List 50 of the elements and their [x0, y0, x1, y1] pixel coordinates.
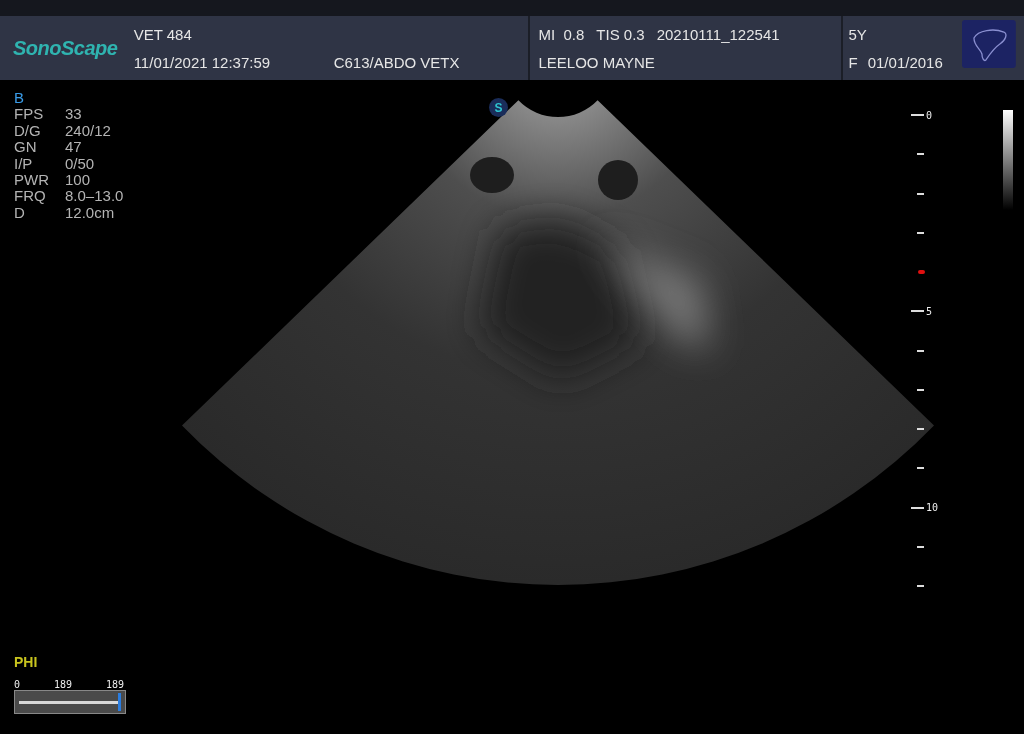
- index-reading: TIS 0.3: [596, 25, 645, 43]
- depth-tick: [911, 310, 924, 313]
- depth-tick: [917, 388, 924, 391]
- depth-tick: [917, 231, 924, 234]
- depth-label: 5: [926, 305, 933, 317]
- slider-thumb[interactable]: [117, 692, 121, 711]
- phi-slider[interactable]: [14, 690, 126, 714]
- imaging-mode: B: [14, 90, 25, 107]
- param-label: D: [14, 204, 25, 222]
- probe-preset: C613/ABDO VETX: [333, 53, 460, 71]
- slider-scale-label: 189: [105, 680, 124, 690]
- probe-mark: S: [489, 98, 508, 117]
- param-value: 33: [65, 106, 82, 123]
- index-reading: 20210111_122541: [656, 25, 780, 43]
- param-label: D/G: [14, 122, 42, 140]
- param-label: FRQ: [14, 188, 47, 205]
- param-value: 47: [65, 139, 82, 156]
- slider-scale-label: 189: [53, 680, 72, 690]
- exam-datetime: 11/01/2021 12:37:59: [133, 53, 272, 71]
- depth-tick: [917, 349, 924, 352]
- patient-name: LEELOO MAYNE: [538, 53, 655, 71]
- param-value: 240/12: [65, 122, 111, 140]
- index-reading: MI 0.8: [538, 25, 585, 43]
- depth-tick: [911, 114, 924, 116]
- hospital-name: VET 484: [133, 25, 192, 43]
- depth-tick: [911, 506, 924, 509]
- phi-label: PHI: [14, 654, 39, 670]
- patient-age: 5Y: [848, 25, 867, 43]
- liver-icon: [962, 20, 1016, 68]
- depth-label: 10: [926, 502, 939, 513]
- depth-tick: [917, 428, 924, 430]
- param-label: I/P: [14, 155, 34, 173]
- depth-tick: [917, 153, 924, 156]
- depth-label: 0: [926, 109, 933, 121]
- depth-tick: [917, 585, 924, 587]
- param-value: 8.0–13.0: [65, 188, 124, 205]
- param-label: GN: [14, 139, 38, 156]
- param-value: 100: [65, 172, 91, 189]
- logo: SonoScape: [13, 36, 118, 60]
- depth-tick: [917, 545, 924, 548]
- depth-tick: [917, 467, 924, 470]
- param-value: 12.0cm: [65, 204, 115, 222]
- depth-tick: [917, 192, 924, 195]
- patient-sex: F: [848, 53, 858, 71]
- param-label: PWR: [14, 172, 50, 189]
- birth-date: 01/01/2016: [867, 53, 943, 71]
- param-value: 0/50: [65, 155, 95, 173]
- focus-marker-icon: [918, 270, 925, 274]
- param-label: FPS: [14, 106, 45, 123]
- slider-scale-label: 0: [14, 680, 21, 690]
